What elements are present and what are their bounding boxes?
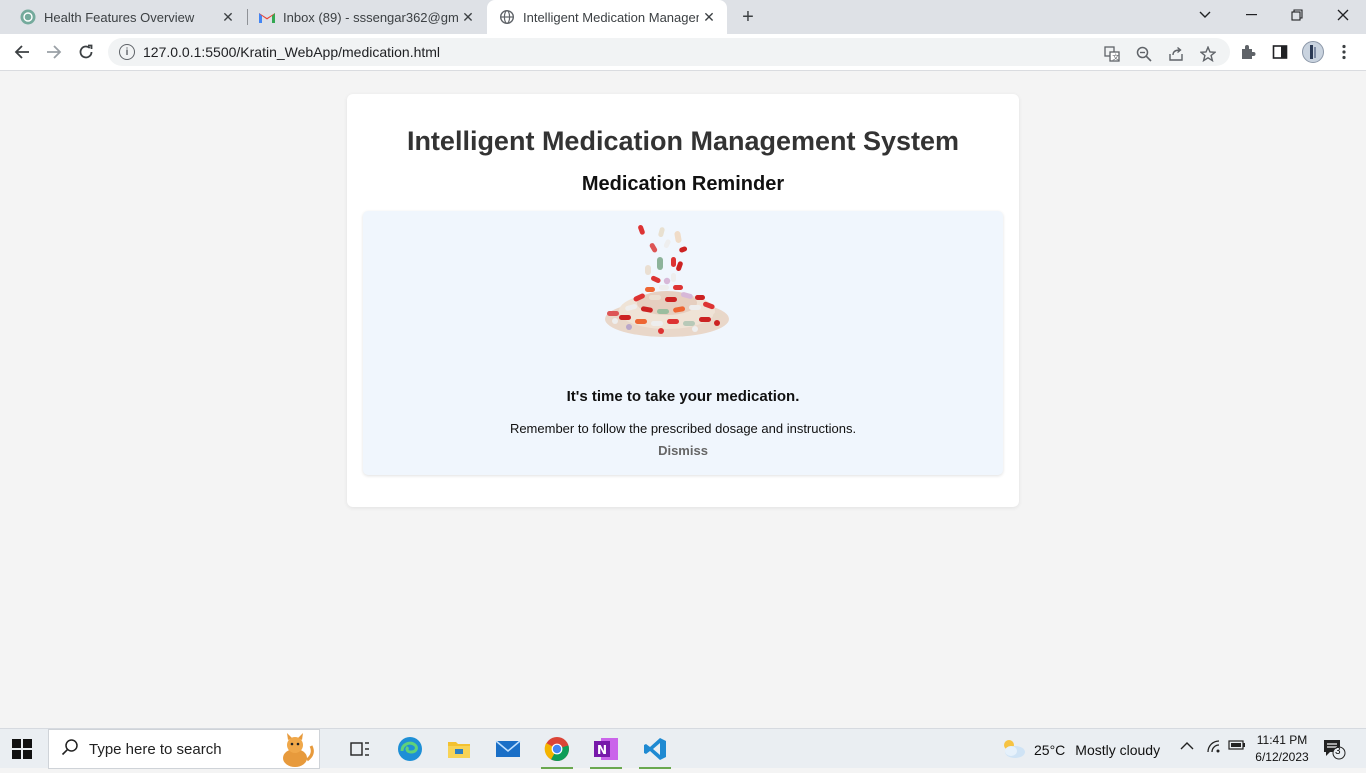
taskbar: Type here to search N 25°C Mostly cloudy xyxy=(0,728,1366,769)
weather-temp: 25°C xyxy=(1034,741,1066,758)
back-button[interactable] xyxy=(8,38,36,66)
vscode-icon[interactable] xyxy=(635,733,675,769)
address-bar[interactable]: i 127.0.0.1:5500/Kratin_WebApp/medicatio… xyxy=(108,38,1230,66)
page-viewport: Intelligent Medication Management System… xyxy=(0,72,1366,728)
tab-search-button[interactable] xyxy=(1182,0,1228,30)
cloudy-weather-icon xyxy=(1000,737,1026,762)
chrome-icon[interactable] xyxy=(537,733,577,769)
cat-illustration-icon xyxy=(273,732,317,773)
restore-button[interactable] xyxy=(1274,0,1320,30)
search-placeholder: Type here to search xyxy=(89,740,222,758)
main-card: Intelligent Medication Management System… xyxy=(347,94,1019,507)
weather-description: Mostly cloudy xyxy=(1075,741,1161,758)
info-icon[interactable]: i xyxy=(119,44,135,60)
side-panel-icon[interactable] xyxy=(1270,42,1290,62)
edge-icon[interactable] xyxy=(390,733,430,765)
medication-reminder: It's time to take your medication. Remem… xyxy=(363,211,1003,475)
reminder-message: It's time to take your medication. xyxy=(566,388,800,405)
tab-title: Inbox (89) - sssengar362@gmail. xyxy=(283,9,458,25)
search-icon xyxy=(61,738,79,761)
tab-strip: Health Features Overview ✕ Inbox (89) - … xyxy=(0,0,1366,34)
close-icon[interactable]: ✕ xyxy=(218,7,238,27)
battery-icon[interactable] xyxy=(1228,739,1246,754)
task-view-icon[interactable] xyxy=(340,733,380,765)
taskbar-search[interactable]: Type here to search xyxy=(48,729,320,769)
system-clock[interactable]: 11:41 PM 6/12/2023 xyxy=(1250,732,1314,766)
new-tab-button[interactable]: + xyxy=(736,5,760,29)
clock-date: 6/12/2023 xyxy=(1255,750,1309,764)
pills-image xyxy=(599,223,739,347)
weather-widget[interactable]: 25°C Mostly cloudy xyxy=(1000,737,1160,762)
profile-avatar[interactable] xyxy=(1301,40,1325,64)
extensions-puzzle-icon[interactable] xyxy=(1238,42,1258,62)
tab-health-features[interactable]: Health Features Overview ✕ xyxy=(0,0,246,34)
notification-center-icon[interactable]: 3 xyxy=(1322,738,1346,760)
zoom-icon[interactable] xyxy=(1134,44,1154,64)
tab-title: Health Features Overview xyxy=(44,9,195,25)
notification-count: 3 xyxy=(1335,746,1341,757)
browser-toolbar: i 127.0.0.1:5500/Kratin_WebApp/medicatio… xyxy=(0,34,1366,71)
chatgpt-icon xyxy=(20,9,36,25)
clock-time: 11:41 PM xyxy=(1256,733,1308,747)
url-text: 127.0.0.1:5500/Kratin_WebApp/medication.… xyxy=(143,44,441,60)
arrow-left-icon xyxy=(14,45,29,59)
mail-icon[interactable] xyxy=(488,733,528,765)
file-explorer-icon[interactable] xyxy=(439,733,479,765)
close-icon[interactable]: ✕ xyxy=(458,7,478,27)
globe-icon xyxy=(499,9,515,25)
reminder-instructions: Remember to follow the prescribed dosage… xyxy=(509,421,857,436)
reload-button[interactable] xyxy=(72,38,100,66)
share-icon[interactable] xyxy=(1166,44,1186,64)
svg-text:N: N xyxy=(597,743,607,757)
tab-inbox[interactable]: Inbox (89) - sssengar362@gmail. ✕ xyxy=(239,0,486,34)
tab-medication[interactable]: Intelligent Medication Managem ✕ xyxy=(487,0,727,34)
menu-kebab-icon[interactable] xyxy=(1334,42,1354,62)
forward-button[interactable] xyxy=(40,38,68,66)
svg-text:文: 文 xyxy=(1112,53,1119,62)
bookmark-star-icon[interactable] xyxy=(1198,44,1218,64)
gmail-icon xyxy=(259,9,275,25)
reload-icon xyxy=(79,44,93,59)
close-window-button[interactable] xyxy=(1320,0,1366,30)
arrow-right-icon xyxy=(47,45,62,59)
section-title: Medication Reminder xyxy=(581,173,785,195)
network-icon[interactable] xyxy=(1206,739,1222,756)
translate-icon[interactable]: 文 xyxy=(1102,44,1122,64)
windows-start-icon[interactable] xyxy=(12,739,32,759)
minimize-button[interactable] xyxy=(1228,0,1274,30)
close-icon[interactable]: ✕ xyxy=(699,7,719,27)
page-title: Intelligent Medication Management System xyxy=(406,126,960,156)
chevron-up-icon[interactable] xyxy=(1180,739,1194,754)
dismiss-button[interactable]: Dismiss xyxy=(643,443,723,458)
tab-title: Intelligent Medication Managem xyxy=(523,9,699,25)
onenote-icon[interactable]: N xyxy=(586,733,626,769)
